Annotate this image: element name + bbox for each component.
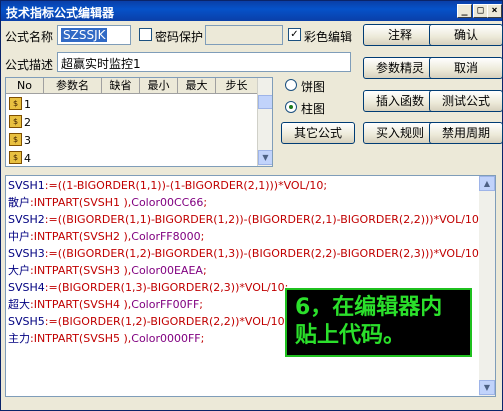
code-token: 散户 [8, 196, 30, 209]
code-token: 超大 [8, 298, 30, 311]
scroll-down-icon[interactable]: ▼ [479, 380, 495, 395]
code-line: 大户:INTPART(SVSH3 ),Color00EAEA; [8, 262, 207, 279]
code-line: SVSH3:=((BIGORDER(1,2)-BIGORDER(1,3))-(B… [8, 245, 483, 262]
code-token: :=(BIGORDER(1,2)-BIGORDER(2,2))*VOL/10; [44, 315, 289, 328]
code-token: Color00CC66 [131, 196, 204, 209]
code-token: 大户 [8, 264, 30, 277]
col-no: No [6, 78, 44, 93]
table-row[interactable]: $2 [6, 113, 258, 131]
scroll-down-icon[interactable]: ▼ [258, 150, 272, 165]
table-row[interactable]: $1 [6, 95, 258, 113]
table-row[interactable]: $3 [6, 131, 258, 149]
row-number: 3 [24, 134, 31, 147]
code-line: 中户:INTPART(SVSH2 ),ColorFF8000; [8, 228, 204, 245]
code-token: :=((BIGORDER(1,1)-BIGORDER(1,2))-(BIGORD… [44, 213, 483, 226]
code-token: ; [202, 264, 207, 277]
code-token: 中户 [8, 230, 30, 243]
code-line: 主力:INTPART(SVSH5 ),Color0000FF; [8, 330, 204, 347]
buy-rule-button[interactable]: 买入规则 [363, 122, 437, 144]
insert-function-button[interactable]: 插入函数 [363, 90, 437, 112]
color-edit-checkbox[interactable]: ✓ [288, 28, 301, 41]
bar-chart-radio[interactable] [285, 101, 297, 113]
code-token: SVSH4 [8, 281, 45, 294]
code-token: :INTPART(SVSH4 ), [30, 298, 132, 311]
window-title: 技术指标公式编辑器 [6, 6, 115, 20]
tutorial-callout: 6，在编辑器内 贴上代码。 [285, 288, 472, 357]
code-token: SVSH3 [8, 247, 45, 260]
scroll-up-icon[interactable]: ▲ [479, 176, 495, 191]
code-token: SVSH2 [8, 213, 45, 226]
other-formula-button[interactable]: 其它公式 [281, 122, 355, 144]
cancel-button[interactable]: 取消 [429, 57, 503, 79]
maximize-icon[interactable]: □ [473, 4, 488, 18]
callout-line-1: 6，在编辑器内 [295, 295, 443, 320]
row-number: 1 [24, 98, 31, 111]
code-token: :=((BIGORDER(1,2)-BIGORDER(1,3))-(BIGORD… [44, 247, 483, 260]
code-token: Color0000FF [131, 332, 201, 345]
col-param-name: 参数名 [44, 78, 102, 93]
param-icon: $ [9, 133, 22, 146]
params-table-header: No 参数名 缺省 最小 最大 步长 [6, 78, 258, 94]
row-number: 2 [24, 116, 31, 129]
code-token: SVSH1 [8, 179, 45, 192]
param-icon: $ [9, 97, 22, 110]
code-token: :INTPART(SVSH5 ), [30, 332, 132, 345]
editor-scrollbar[interactable]: ▲ ▼ [479, 176, 495, 396]
formula-editor-window: 技术指标公式编辑器 _ □ × 公式名称 SZSSJK 密码保护 ✓ 彩色编辑 … [0, 0, 503, 411]
title-bar[interactable]: 技术指标公式编辑器 _ □ × [1, 1, 502, 21]
code-token: SVSH5 [8, 315, 45, 328]
code-token: ; [203, 196, 208, 209]
col-min: 最小 [140, 78, 178, 93]
code-token: ; [200, 332, 205, 345]
code-token: :INTPART(SVSH3 ), [30, 264, 132, 277]
desc-label: 公式描述 [5, 58, 54, 72]
params-table[interactable]: No 参数名 缺省 最小 最大 步长 $1 $2 $3 $4 ▼ [5, 77, 273, 167]
col-default: 缺省 [102, 78, 140, 93]
code-editor[interactable]: SVSH1:=((1-BIGORDER(1,1))-(1-BIGORDER(2,… [5, 175, 496, 397]
password-field[interactable] [205, 25, 283, 45]
test-formula-button[interactable]: 测试公式 [429, 90, 503, 112]
pie-chart-label: 饼图 [301, 80, 326, 94]
ok-button[interactable]: 确认 [429, 24, 503, 46]
name-value: SZSSJK [61, 28, 108, 42]
code-line: SVSH5:=(BIGORDER(1,2)-BIGORDER(2,2))*VOL… [8, 313, 288, 330]
bar-chart-label: 柱图 [301, 102, 326, 116]
desc-field[interactable]: 超赢实时监控1 [57, 52, 351, 72]
code-token: ; [199, 298, 204, 311]
code-line: SVSH2:=((BIGORDER(1,1)-BIGORDER(1,2))-(B… [8, 211, 483, 228]
col-max: 最大 [178, 78, 216, 93]
code-line: 超大:INTPART(SVSH4 ),ColorFF00FF; [8, 296, 203, 313]
callout-line-2: 贴上代码。 [295, 323, 406, 348]
code-token: ; [200, 230, 205, 243]
param-icon: $ [9, 151, 22, 164]
code-token: :=(BIGORDER(1,3)-BIGORDER(2,3))*VOL/10; [44, 281, 289, 294]
code-line: 散户:INTPART(SVSH1 ),Color00CC66; [8, 194, 207, 211]
param-tune-button[interactable]: 参数精灵 [363, 57, 437, 79]
pie-chart-radio[interactable] [285, 79, 297, 91]
row-number: 4 [24, 152, 31, 165]
params-scroll-thumb[interactable] [258, 95, 272, 109]
annotate-button[interactable]: 注释 [363, 24, 437, 46]
code-line: SVSH1:=((1-BIGORDER(1,1))-(1-BIGORDER(2,… [8, 177, 327, 194]
code-token: :INTPART(SVSH1 ), [30, 196, 132, 209]
code-token: ColorFF00FF [131, 298, 200, 311]
color-edit-label: 彩色编辑 [304, 30, 353, 44]
name-label: 公式名称 [5, 30, 54, 44]
param-icon: $ [9, 115, 22, 128]
code-token: ColorFF8000 [131, 230, 201, 243]
ban-period-button[interactable]: 禁用周期 [429, 122, 503, 144]
code-token: Color00EAEA [131, 264, 203, 277]
code-line: SVSH4:=(BIGORDER(1,3)-BIGORDER(2,3))*VOL… [8, 279, 288, 296]
code-token: 主力 [8, 332, 30, 345]
code-token: :=((1-BIGORDER(1,1))-(1-BIGORDER(2,1)))*… [44, 179, 328, 192]
password-checkbox[interactable] [139, 28, 152, 41]
col-step: 步长 [216, 78, 258, 93]
table-row[interactable]: $4 [6, 149, 258, 166]
password-label: 密码保护 [155, 30, 204, 44]
params-scrollbar[interactable]: ▼ [257, 78, 272, 166]
code-token: :INTPART(SVSH2 ), [30, 230, 132, 243]
close-icon[interactable]: × [487, 4, 502, 18]
minimize-icon[interactable]: _ [457, 4, 472, 18]
name-field[interactable]: SZSSJK [57, 25, 131, 45]
